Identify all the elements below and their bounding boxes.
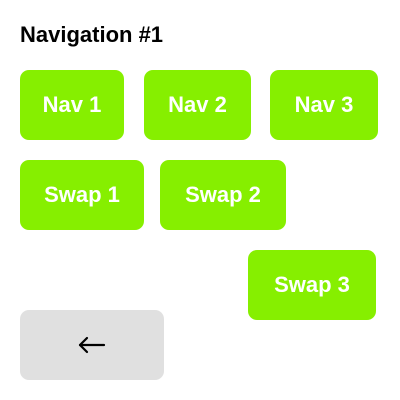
swap-3-button[interactable]: Swap 3 (248, 250, 376, 320)
page-title: Navigation #1 (20, 22, 164, 47)
back-button[interactable] (20, 310, 164, 380)
swap-2-button[interactable]: Swap 2 (160, 160, 286, 230)
arrow-left-icon (78, 336, 106, 354)
nav-3-button[interactable]: Nav 3 (270, 70, 378, 140)
nav-1-button[interactable]: Nav 1 (20, 70, 124, 140)
nav-2-button[interactable]: Nav 2 (144, 70, 251, 140)
swap-1-button[interactable]: Swap 1 (20, 160, 144, 230)
